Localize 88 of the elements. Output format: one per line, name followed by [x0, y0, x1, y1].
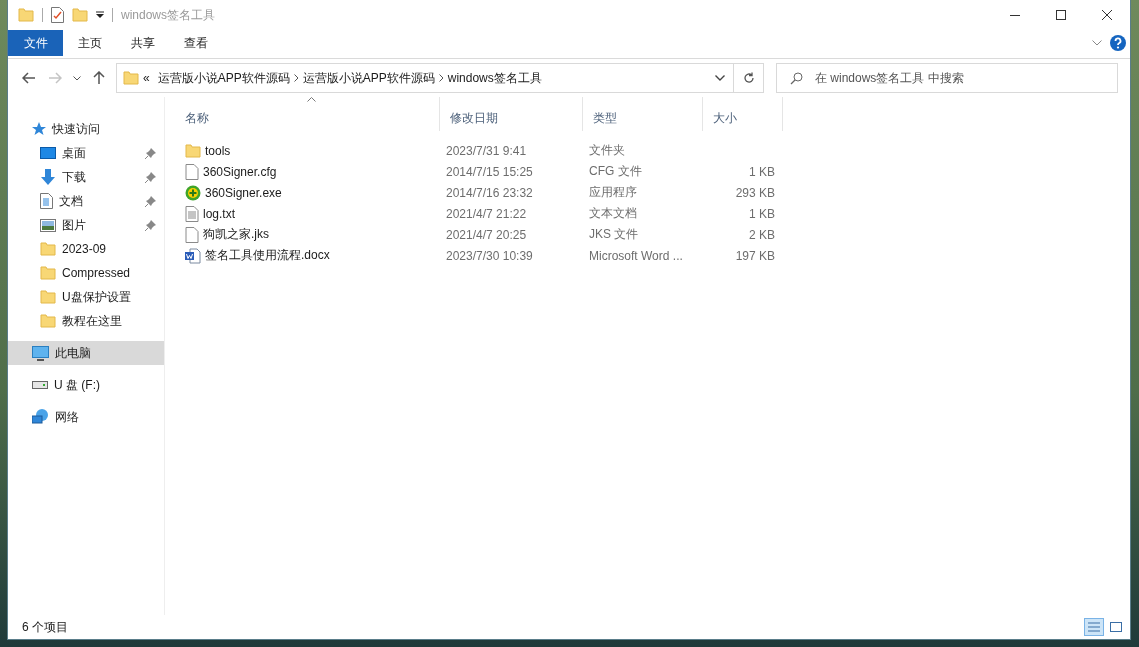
size-cell-text: 197 KB	[734, 248, 776, 263]
ribbon-tab[interactable]: 主页	[63, 30, 116, 56]
breadcrumb-item[interactable]: 运营版小说APP软件源码	[153, 69, 294, 87]
folder-icon	[40, 313, 56, 329]
type-cell-text: 文本文档	[588, 205, 638, 222]
type-cell-text: 应用程序	[588, 184, 638, 201]
date-cell-text: 2014/7/15 15:25	[445, 164, 534, 179]
refresh-icon	[742, 72, 755, 84]
list-icon	[1088, 622, 1100, 632]
file-name[interactable]: 狗凯之家.jks	[175, 226, 440, 243]
size-cell-text: 1 KB	[748, 206, 776, 221]
breadcrumb-item[interactable]: 运营版小说APP软件源码	[298, 69, 439, 87]
file-name[interactable]: tools	[175, 142, 440, 159]
folder-icon	[40, 265, 56, 281]
sort-ascending-icon	[307, 97, 316, 102]
overflow-button[interactable]: «	[139, 71, 154, 85]
folder-icon	[185, 142, 201, 159]
ribbon-tab[interactable]: 共享	[116, 30, 169, 56]
file-menu-tab[interactable]: 文件	[8, 30, 63, 56]
size-cell-text: 293 KB	[734, 185, 776, 200]
help-icon[interactable]	[1110, 35, 1126, 51]
sidebar-item[interactable]: 下载	[8, 165, 164, 189]
sidebar-item[interactable]: U盘保护设置	[8, 285, 164, 309]
tile-icon	[1110, 622, 1122, 632]
chevron-right-icon	[293, 74, 299, 82]
down-arrow-icon	[40, 169, 56, 185]
sidebar-item[interactable]: 教程在这里	[8, 309, 164, 333]
dropdown-caret-icon[interactable]	[96, 11, 104, 19]
type-cell-text: Microsoft Word ...	[588, 248, 684, 263]
expand-ribbon-icon[interactable]	[1092, 40, 1102, 46]
folder-icon	[40, 241, 56, 257]
folder-icon	[123, 70, 139, 86]
folder-icon	[40, 289, 56, 305]
folder-icon	[18, 7, 34, 23]
sidebar-item[interactable]: 此电脑	[8, 341, 164, 365]
forward-arrow-icon	[48, 72, 62, 84]
file-name[interactable]: log.txt	[175, 205, 440, 222]
sidebar-item[interactable]: 图片	[8, 213, 164, 237]
date-cell-text: 2023/7/30 10:39	[445, 248, 534, 263]
document-icon	[40, 193, 53, 209]
breadcrumb-item[interactable]: windows签名工具	[443, 69, 546, 87]
drive-icon	[32, 381, 48, 389]
network-icon	[32, 409, 49, 425]
sidebar-item[interactable]: 文档	[8, 189, 164, 213]
checklist-icon	[51, 7, 64, 23]
date-cell-text: 2014/7/16 23:32	[445, 185, 534, 200]
monitor-icon	[40, 146, 56, 160]
type-cell-text: 文件夹	[588, 142, 626, 159]
size-cell-text: 1 KB	[748, 164, 776, 179]
sidebar-item[interactable]: 2023-09	[8, 237, 164, 261]
word-document-icon	[185, 247, 201, 264]
ribbon-tab[interactable]: 查看	[169, 30, 222, 56]
search-field[interactable]: 在 windows签名工具 中搜索	[776, 63, 1118, 93]
text-file-icon	[185, 205, 199, 222]
chevron-right-icon	[438, 74, 444, 82]
date-cell-text: 2023/7/31 9:41	[445, 143, 528, 158]
sidebar-item[interactable]: Compressed	[8, 261, 164, 285]
back-arrow-icon	[22, 72, 36, 84]
window-title: windows签名工具	[121, 6, 216, 24]
file-icon	[185, 226, 199, 243]
sidebar-item[interactable]: 网络	[8, 405, 164, 429]
refresh-button[interactable]	[734, 63, 764, 93]
chevron-down-icon[interactable]	[715, 75, 725, 81]
date-cell-text: 2021/4/7 20:25	[445, 227, 528, 242]
type-cell-text: CFG 文件	[588, 163, 643, 180]
item-count: 6 个项目	[22, 618, 68, 636]
close-icon	[1102, 10, 1112, 20]
sidebar-item[interactable]: 桌面	[8, 141, 164, 165]
up-arrow-icon	[93, 71, 105, 85]
folder-icon	[72, 7, 88, 23]
file-name[interactable]: 360Signer.cfg	[175, 163, 440, 180]
computer-icon	[32, 345, 49, 361]
file-name[interactable]: 360Signer.exe	[175, 184, 440, 201]
search-icon	[790, 72, 803, 85]
picture-icon	[40, 218, 56, 232]
file-name[interactable]: 签名工具使用流程.docx	[175, 247, 440, 264]
star-icon	[32, 122, 46, 136]
size-cell-text: 2 KB	[748, 227, 776, 242]
file-icon	[185, 163, 199, 180]
minimize-icon	[1010, 14, 1020, 16]
address-bar[interactable]: « 运营版小说APP软件源码 运营版小说APP软件源码 windows签名工具	[116, 63, 734, 93]
date-cell-text: 2021/4/7 21:22	[445, 206, 528, 221]
sidebar-item[interactable]: 快速访问	[8, 117, 164, 141]
maximize-icon	[1056, 10, 1066, 20]
chevron-down-icon	[73, 75, 81, 81]
type-cell-text: JKS 文件	[588, 226, 640, 243]
sidebar-item[interactable]: U 盘 (F:)	[8, 373, 164, 397]
plus-circle-icon	[185, 184, 201, 201]
